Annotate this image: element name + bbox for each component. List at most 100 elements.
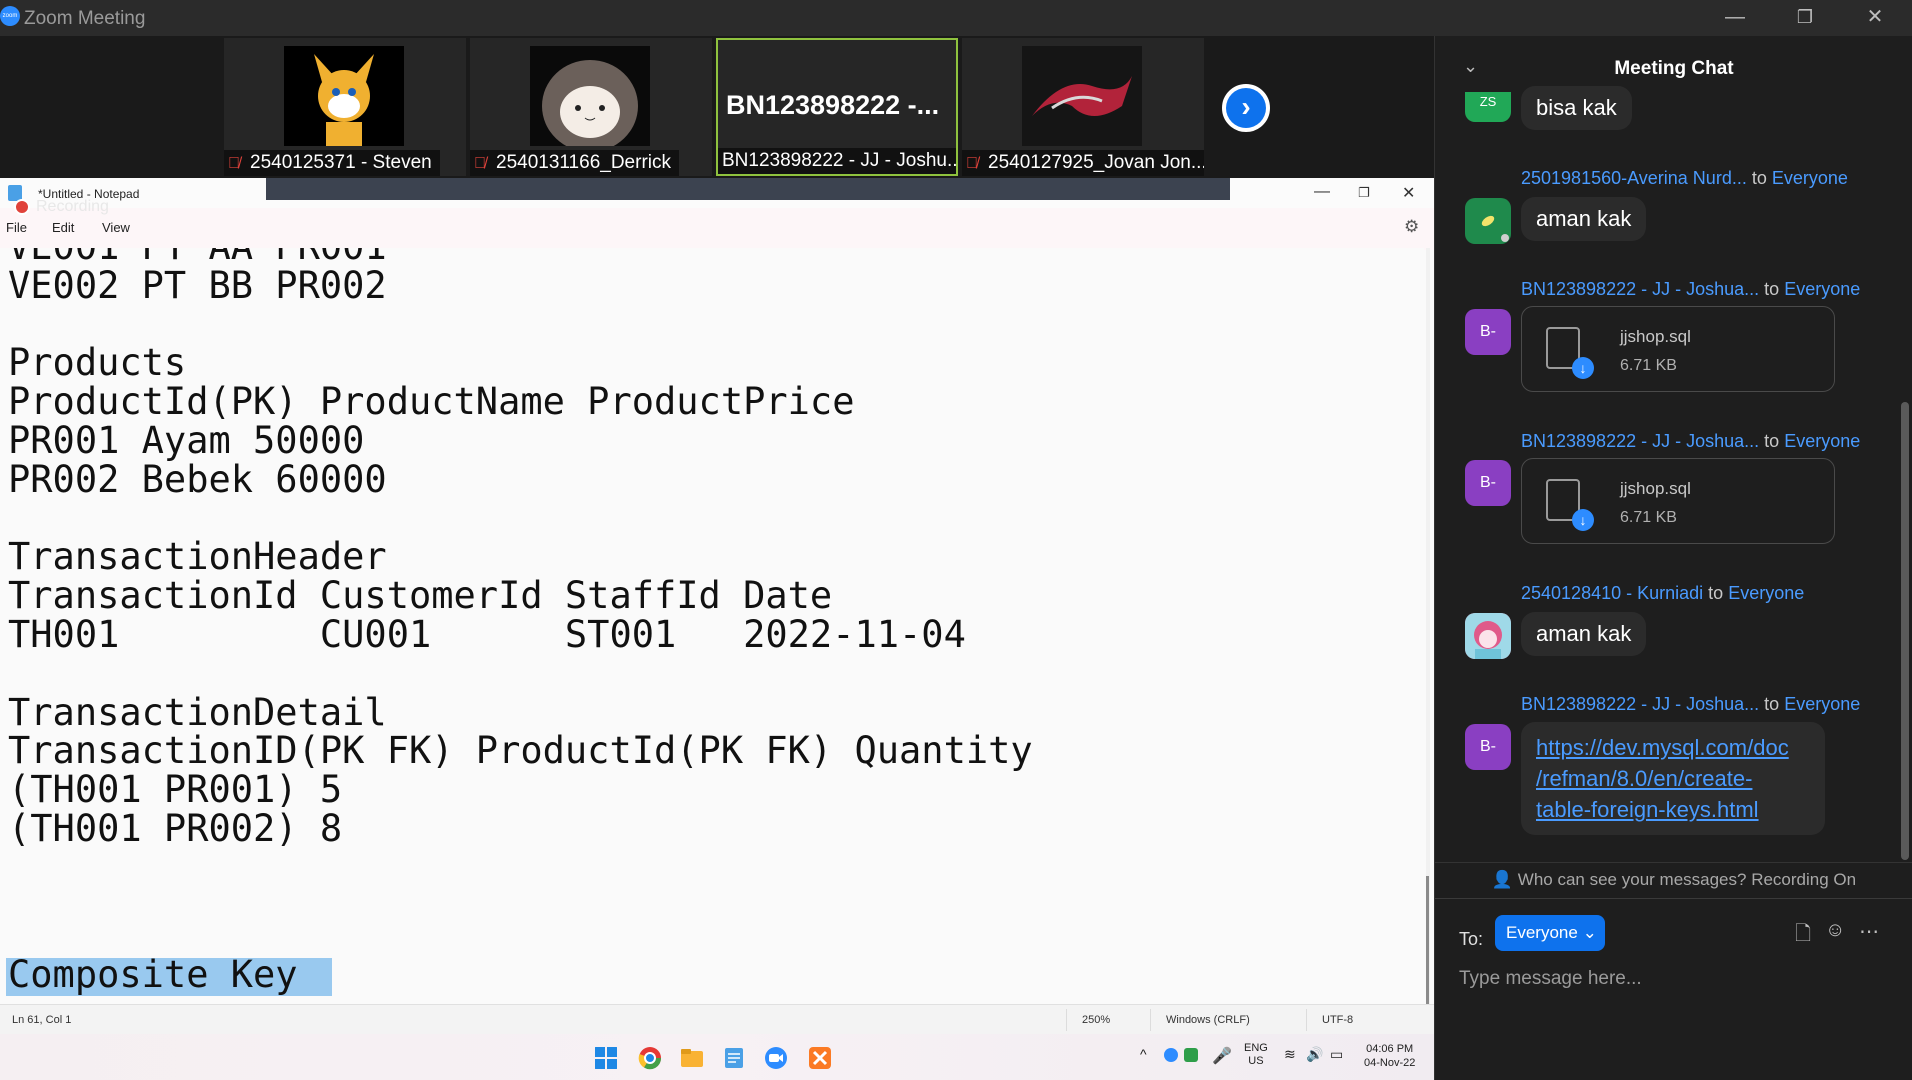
message-header: 2540128410 - Kurniadi to Everyone — [1521, 583, 1805, 603]
message-header: BN123898222 - JJ - Joshua... to Everyone — [1521, 431, 1861, 451]
recipient-name[interactable]: Everyone — [1728, 583, 1804, 603]
menu-view[interactable]: View — [102, 220, 130, 235]
message-header: BN123898222 - JJ - Joshua... to Everyone — [1521, 279, 1861, 299]
notepad-title-bar: *Untitled - Notepad — ❐ ✕ — [0, 178, 1434, 208]
notepad-maximize-button[interactable]: ❐ — [1358, 185, 1370, 201]
minimize-button[interactable]: — — [1702, 0, 1768, 36]
video-tile[interactable]: 🎙̸ 2540125371 - Steven — [224, 38, 466, 176]
sender-name[interactable]: BN123898222 - JJ - Joshua... — [1521, 431, 1759, 451]
sender-name[interactable]: BN123898222 - JJ - Joshua... — [1521, 694, 1759, 714]
wifi-icon[interactable]: ≋ — [1284, 1046, 1296, 1063]
tray-overflow-chevron-icon[interactable]: ^ — [1140, 1046, 1147, 1062]
message-link[interactable]: https://dev.mysql.com/doc — [1536, 732, 1810, 763]
fox-avatar — [284, 46, 404, 146]
chat-message: aman kak — [1521, 197, 1647, 241]
file-size: 6.71 KB — [1620, 357, 1677, 374]
participant-display-name: BN123898222 -... — [726, 90, 940, 120]
editor-line: Products — [8, 341, 187, 385]
sender-name[interactable]: 2501981560-Averina Nurd... — [1521, 168, 1747, 188]
mic-muted-icon: 🎙̸ — [474, 155, 486, 172]
download-icon[interactable]: ↓ — [1572, 509, 1594, 531]
recipient-name[interactable]: Everyone — [1784, 694, 1860, 714]
next-page-button[interactable]: › — [1222, 84, 1270, 132]
zoom-tray-icon[interactable] — [1164, 1048, 1178, 1062]
vertical-scrollbar[interactable] — [1426, 248, 1430, 1006]
editor-line: TH001 CU001 ST001 2022-11-04 — [8, 612, 966, 656]
notepad-minimize-button[interactable]: — — [1314, 183, 1330, 201]
chat-message: bisa kak — [1521, 86, 1632, 130]
participant-name: 🎙̸ 2540131166_Derrick — [470, 150, 679, 176]
xampp-icon[interactable] — [808, 1046, 832, 1070]
microphone-icon[interactable]: 🎤 — [1212, 1046, 1232, 1066]
recipient-name[interactable]: Everyone — [1784, 431, 1860, 451]
editor-line: TransactionDetail — [8, 690, 387, 734]
participant-name: 🎙̸ 2540125371 - Steven — [224, 150, 440, 176]
leaf-avatar-icon — [1481, 215, 1509, 242]
encoding: UTF-8 — [1322, 1014, 1354, 1026]
chat-message: aman kak — [1521, 612, 1647, 656]
menu-edit[interactable]: Edit — [52, 220, 74, 235]
windows-start-icon[interactable] — [594, 1046, 618, 1070]
notepad-taskbar-icon[interactable] — [722, 1046, 746, 1070]
file-attachment[interactable]: ↓ jjshop.sql 6.71 KB — [1521, 306, 1835, 392]
recipient-dropdown[interactable]: Everyone ⌄ — [1495, 915, 1605, 951]
recipient-name[interactable]: Everyone — [1784, 279, 1860, 299]
file-size: 6.71 KB — [1620, 509, 1677, 526]
mic-muted-icon: 🎙̸ — [228, 155, 240, 172]
selected-text: Composite Key — [8, 953, 298, 996]
file-attach-icon[interactable]: 🗋 — [1795, 919, 1811, 953]
download-icon[interactable]: ↓ — [1572, 357, 1594, 379]
text-editor[interactable]: VE001 PT AA PR001VE002 PT BB PR002 Produ… — [0, 248, 1424, 1004]
visibility-notice[interactable]: 👤 Who can see your messages? Recording O… — [1435, 862, 1912, 896]
editor-line: TransactionID(PK FK) ProductId(PK FK) Qu… — [8, 729, 1033, 773]
chrome-icon[interactable] — [638, 1046, 662, 1070]
file-explorer-icon[interactable] — [680, 1046, 704, 1070]
sender-name[interactable]: BN123898222 - JJ - Joshua... — [1521, 279, 1759, 299]
chat-scrollbar[interactable] — [1901, 402, 1909, 860]
chevron-right-icon: › — [1226, 88, 1266, 128]
message-link[interactable]: /refman/8.0/en/create- — [1536, 763, 1810, 794]
message-link[interactable]: table-foreign-keys.html — [1536, 794, 1810, 825]
cursor-position: Ln 61, Col 1 — [12, 1014, 72, 1026]
volume-icon[interactable]: 🔊 — [1306, 1046, 1323, 1063]
clock[interactable]: 04:06 PM 04-Nov-22 — [1364, 1042, 1415, 1070]
battery-icon[interactable]: ▭ — [1330, 1046, 1343, 1063]
notepad-window: *Untitled - Notepad — ❐ ✕ Recording File… — [0, 178, 1434, 1080]
meeting-chat-panel: ⌄ Meeting Chat ZS bisa kak 2501981560-Av… — [1434, 36, 1912, 1080]
notepad-menu-bar — [0, 208, 1434, 250]
settings-gear-icon[interactable]: ⚙ — [1404, 217, 1419, 237]
avatar — [1465, 613, 1511, 659]
line-ending: Windows (CRLF) — [1166, 1014, 1250, 1026]
sender-name[interactable]: 2540128410 - Kurniadi — [1521, 583, 1703, 603]
avatar: B- — [1465, 309, 1511, 355]
video-tile[interactable]: 🎙̸ 2540131166_Derrick — [470, 38, 712, 176]
video-strip: 🎙̸ 2540125371 - Steven 🎙̸ 2540131166_Derri… — [0, 36, 1434, 178]
editor-line: TransactionId CustomerId StaffId Date — [8, 574, 833, 618]
file-attachment[interactable]: ↓ jjshop.sql 6.71 KB — [1521, 458, 1835, 544]
editor-line: ProductId(PK) ProductName ProductPrice — [8, 380, 855, 424]
zoom-title-bar: zoom Zoom Meeting — ❐ ✕ — [0, 0, 1912, 36]
rog-logo — [1022, 46, 1142, 146]
more-options-icon[interactable]: ⋯ — [1859, 919, 1879, 944]
zoom-logo: zoom — [0, 6, 20, 26]
recipient-name[interactable]: Everyone — [1772, 168, 1848, 188]
language-indicator[interactable]: ENG US — [1244, 1042, 1268, 1068]
app-tray-icon[interactable] — [1184, 1048, 1198, 1062]
emoji-icon[interactable]: ☺ — [1825, 919, 1845, 942]
menu-file[interactable]: File — [6, 220, 27, 235]
zoom-taskbar-icon[interactable] — [764, 1046, 788, 1070]
restore-button[interactable]: ❐ — [1772, 0, 1838, 36]
recording-label: Recording — [36, 198, 109, 215]
hooded-avatar — [530, 46, 650, 146]
video-tile-active[interactable]: BN123898222 -... BN123898222 - JJ - Josh… — [716, 38, 958, 176]
notepad-close-button[interactable]: ✕ — [1402, 183, 1415, 203]
close-button[interactable]: ✕ — [1842, 0, 1908, 36]
zoom-level: 250% — [1082, 1014, 1111, 1026]
chevron-down-icon: ⌄ — [1582, 923, 1597, 942]
mic-muted-icon: 🎙̸ — [966, 155, 978, 172]
video-tile[interactable]: 🎙̸ 2540127925_Jovan Jon... — [962, 38, 1204, 176]
message-input[interactable] — [1459, 963, 1889, 995]
scrollbar-thumb[interactable] — [1426, 876, 1429, 1006]
